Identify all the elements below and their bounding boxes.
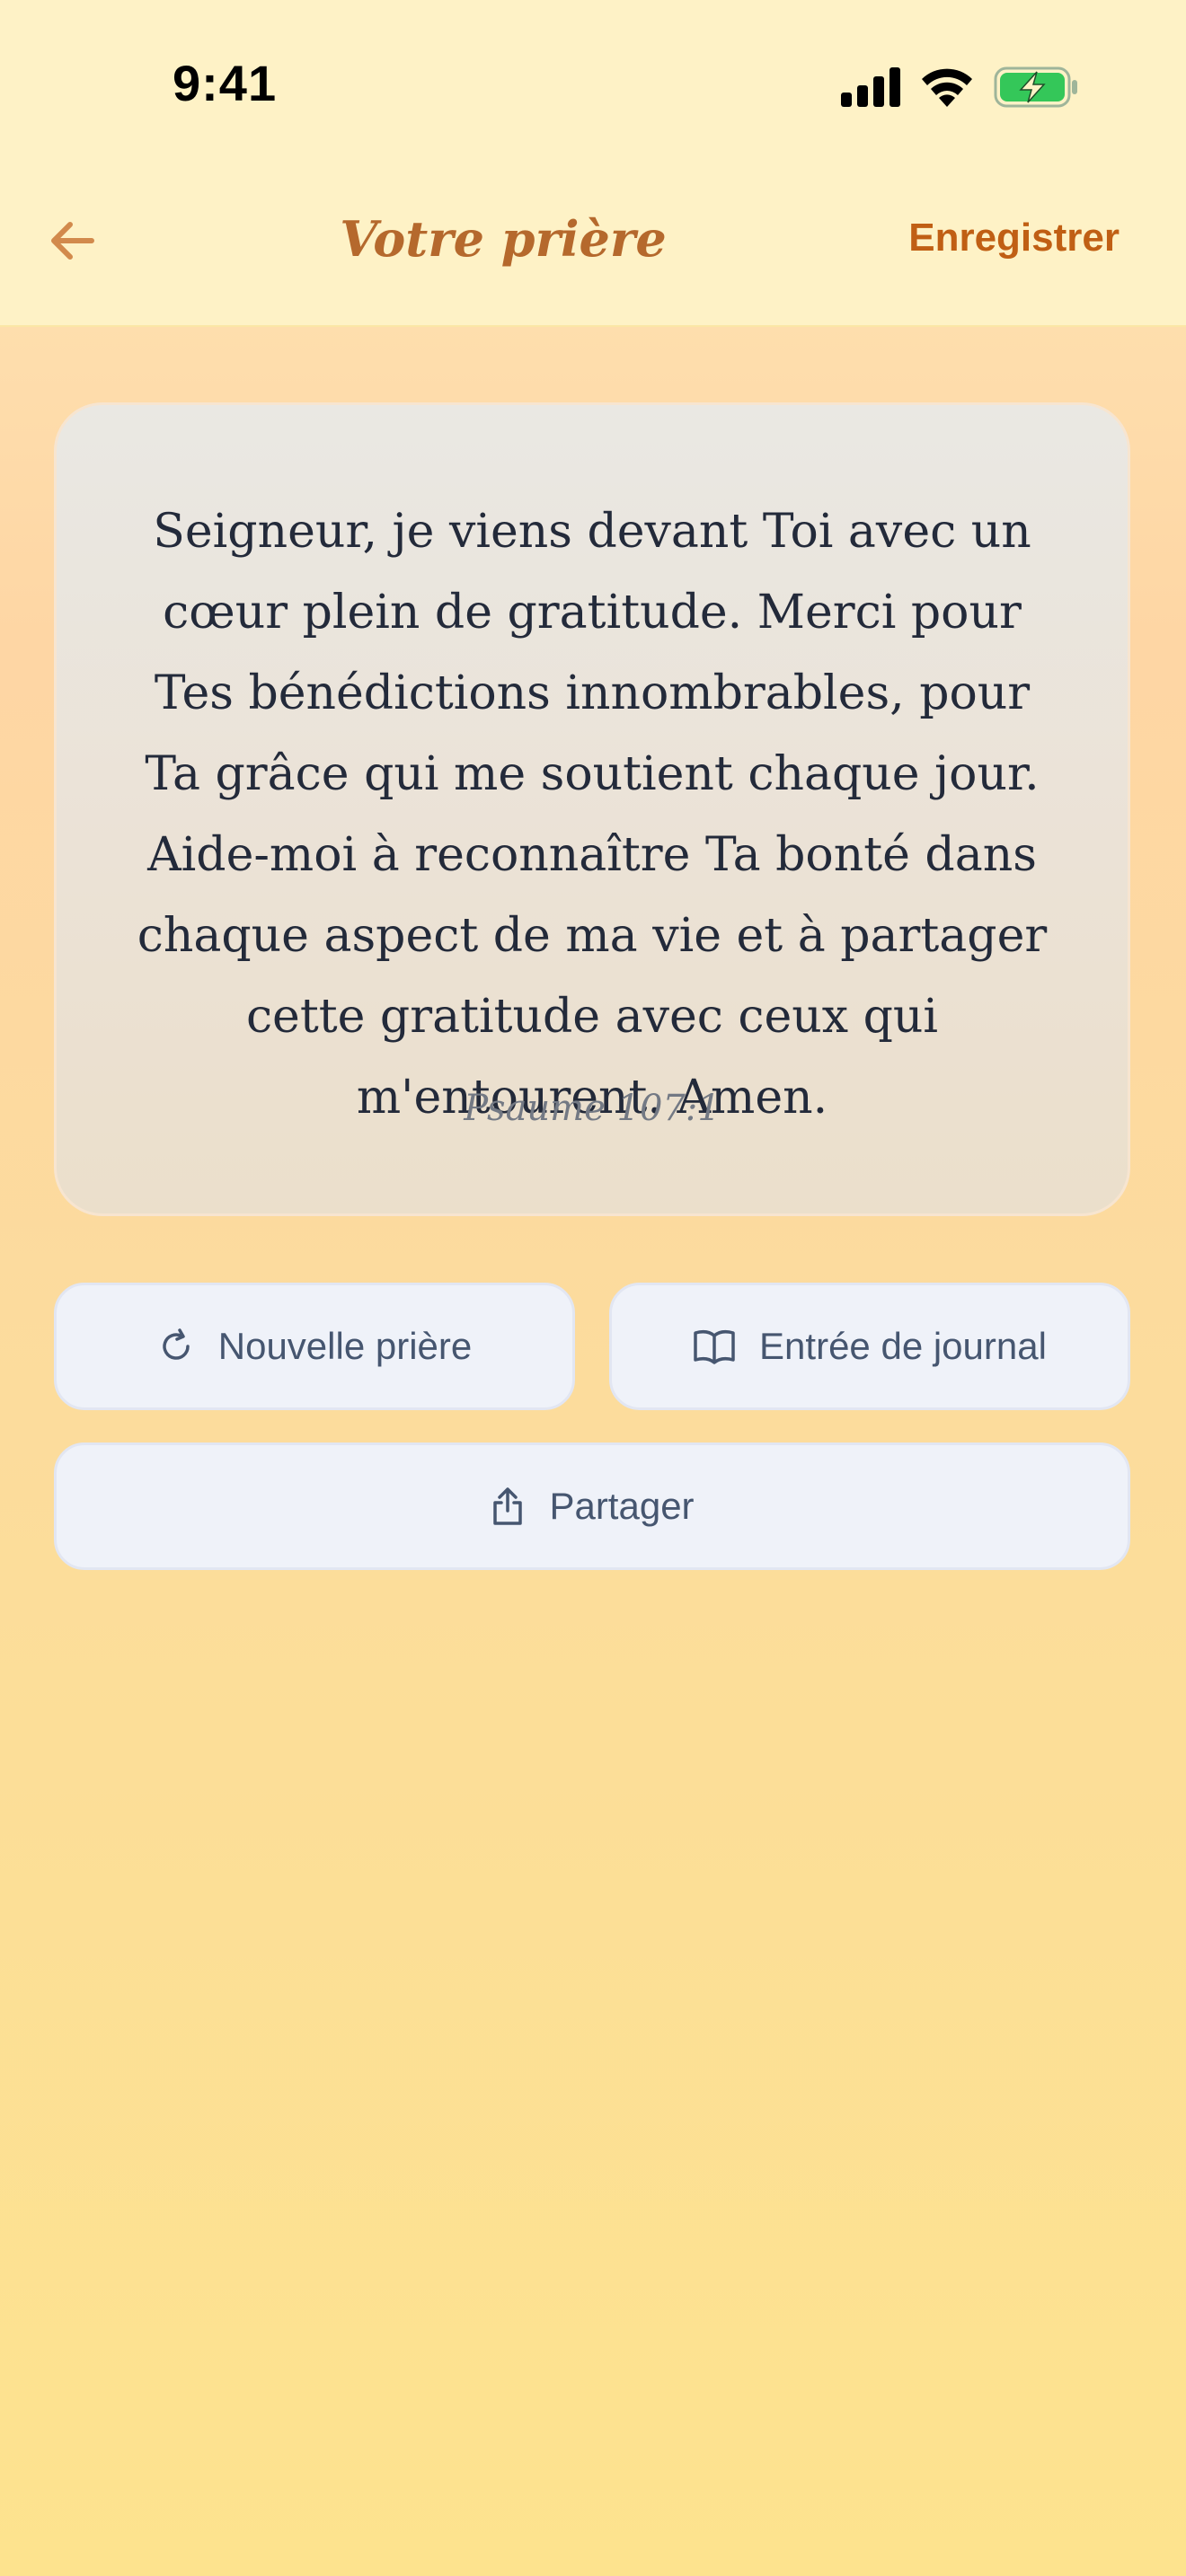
journal-entry-label: Entrée de journal <box>759 1325 1047 1367</box>
status-time: 9:41 <box>173 55 278 111</box>
status-icons <box>841 63 1078 111</box>
battery-charging-icon <box>994 66 1078 108</box>
refresh-icon <box>157 1328 195 1365</box>
status-bar: 9:41 <box>0 0 1186 171</box>
page-title: Votre prière <box>340 210 667 268</box>
wifi-icon <box>920 67 974 107</box>
cellular-signal-icon <box>841 67 900 107</box>
scripture-reference: Psaume 107:1 <box>464 1088 721 1129</box>
share-label: Partager <box>549 1485 695 1527</box>
navigation-bar: Votre prière Enregistrer <box>0 171 1186 325</box>
open-book-icon <box>693 1328 736 1365</box>
journal-entry-button[interactable]: Entrée de journal <box>609 1283 1130 1410</box>
share-icon <box>490 1486 526 1527</box>
new-prayer-button[interactable]: Nouvelle prière <box>54 1283 575 1410</box>
save-button[interactable]: Enregistrer <box>908 216 1120 260</box>
prayer-card: Seigneur, je viens devant Toi avec un cœ… <box>54 402 1130 1216</box>
new-prayer-label: Nouvelle prière <box>217 1325 473 1367</box>
prayer-text: Seigneur, je viens devant Toi avec un cœ… <box>137 505 1048 1125</box>
share-button[interactable]: Partager <box>54 1442 1130 1570</box>
